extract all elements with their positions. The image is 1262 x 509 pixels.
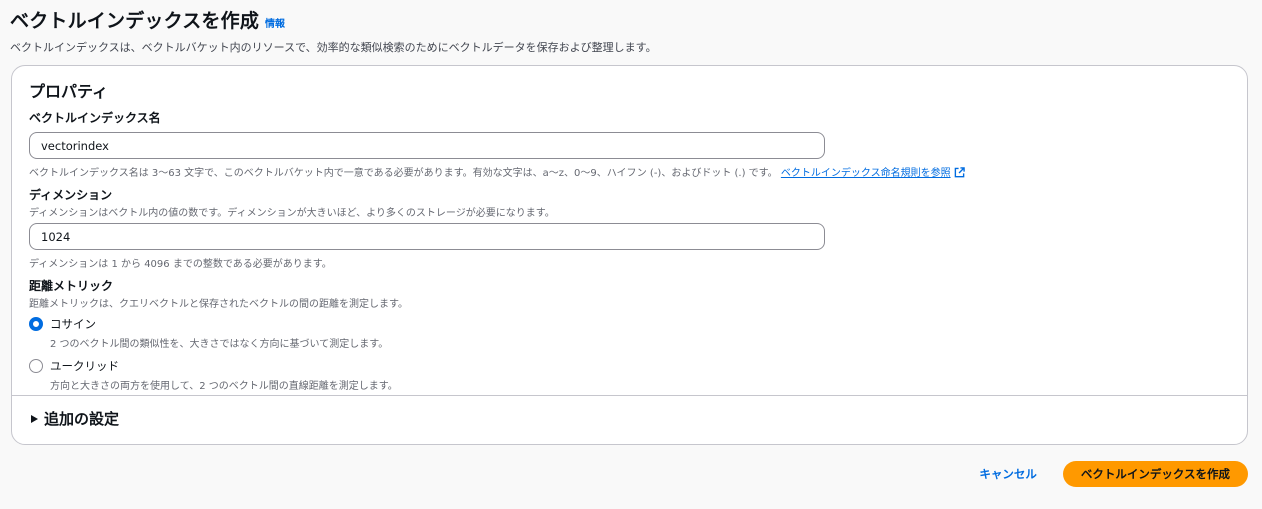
properties-section-title: プロパティ [29,82,109,101]
index-name-hint-text: ベクトルインデックス名は 3〜63 文字で、このベクトルバケット内で一意である必… [29,168,778,179]
radio-option-cosine[interactable]: コサイン 2 つのベクトル間の類似性を、大きさではなく方向に基づいて測定します。 [29,316,408,350]
page-title: ベクトルインデックスを作成 [10,10,260,32]
radio-option-euclidean[interactable]: ユークリッド 方向と大きさの両方を使用して、2 つのベクトル間の直線距離を測定し… [29,358,408,392]
distance-metric-field: 距離メトリック 距離メトリックは、クエリベクトルと保存されたベクトルの間の距離を… [29,277,408,392]
create-vector-index-button[interactable]: ベクトルインデックスを作成 [1062,461,1248,487]
caret-right-icon [31,414,38,423]
index-name-input[interactable] [29,132,825,159]
cancel-button[interactable]: キャンセル [979,466,1037,482]
euclidean-radio[interactable] [29,359,43,373]
dimension-label: ディメンション [29,188,113,202]
form-actions: キャンセル ベクトルインデックスを作成 [979,461,1248,487]
additional-settings-label: 追加の設定 [44,410,120,428]
external-link-icon [954,167,965,178]
distance-metric-label: 距離メトリック [29,279,114,293]
index-name-hint: ベクトルインデックス名は 3〜63 文字で、このベクトルバケット内で一意である必… [29,164,965,179]
naming-rules-link[interactable]: ベクトルインデックス命名規則を参照 [781,167,965,179]
page-description: ベクトルインデックスは、ベクトルバケット内のリソースで、効率的な類似検索のために… [10,41,657,54]
distance-metric-description: 距離メトリックは、クエリベクトルと保存されたベクトルの間の距離を測定します。 [29,299,408,310]
dimension-hint: ディメンションは 1 から 4096 までの整数である必要があります。 [29,259,332,270]
properties-card: プロパティ ベクトルインデックス名 ベクトルインデックス名は 3〜63 文字で、… [11,65,1248,445]
dimension-field: ディメンション ディメンションはベクトル内の値の数です。ディメンションが大きいほ… [29,186,825,270]
euclidean-label: ユークリッド [50,359,119,373]
info-link[interactable]: 情報 [265,15,285,30]
create-vector-index-page: ベクトルインデックスを作成 情報 ベクトルインデックスは、ベクトルバケット内のリ… [0,0,1262,509]
dimension-description: ディメンションはベクトル内の値の数です。ディメンションが大きいほど、より多くのス… [29,208,555,219]
additional-settings-expander[interactable]: 追加の設定 [31,408,119,429]
page-header: ベクトルインデックスを作成 情報 ベクトルインデックスは、ベクトルバケット内のリ… [10,6,657,55]
section-divider [12,395,1247,396]
index-name-field: ベクトルインデックス名 ベクトルインデックス名は 3〜63 文字で、このベクトル… [29,109,965,179]
index-name-label: ベクトルインデックス名 [29,111,161,125]
cosine-description: 2 つのベクトル間の類似性を、大きさではなく方向に基づいて測定します。 [50,339,389,350]
euclidean-description: 方向と大きさの両方を使用して、2 つのベクトル間の直線距離を測定します。 [50,381,398,392]
cosine-label: コサイン [50,317,96,331]
cosine-radio[interactable] [29,317,43,331]
dimension-input[interactable] [29,223,825,250]
title-row: ベクトルインデックスを作成 情報 [10,6,657,33]
